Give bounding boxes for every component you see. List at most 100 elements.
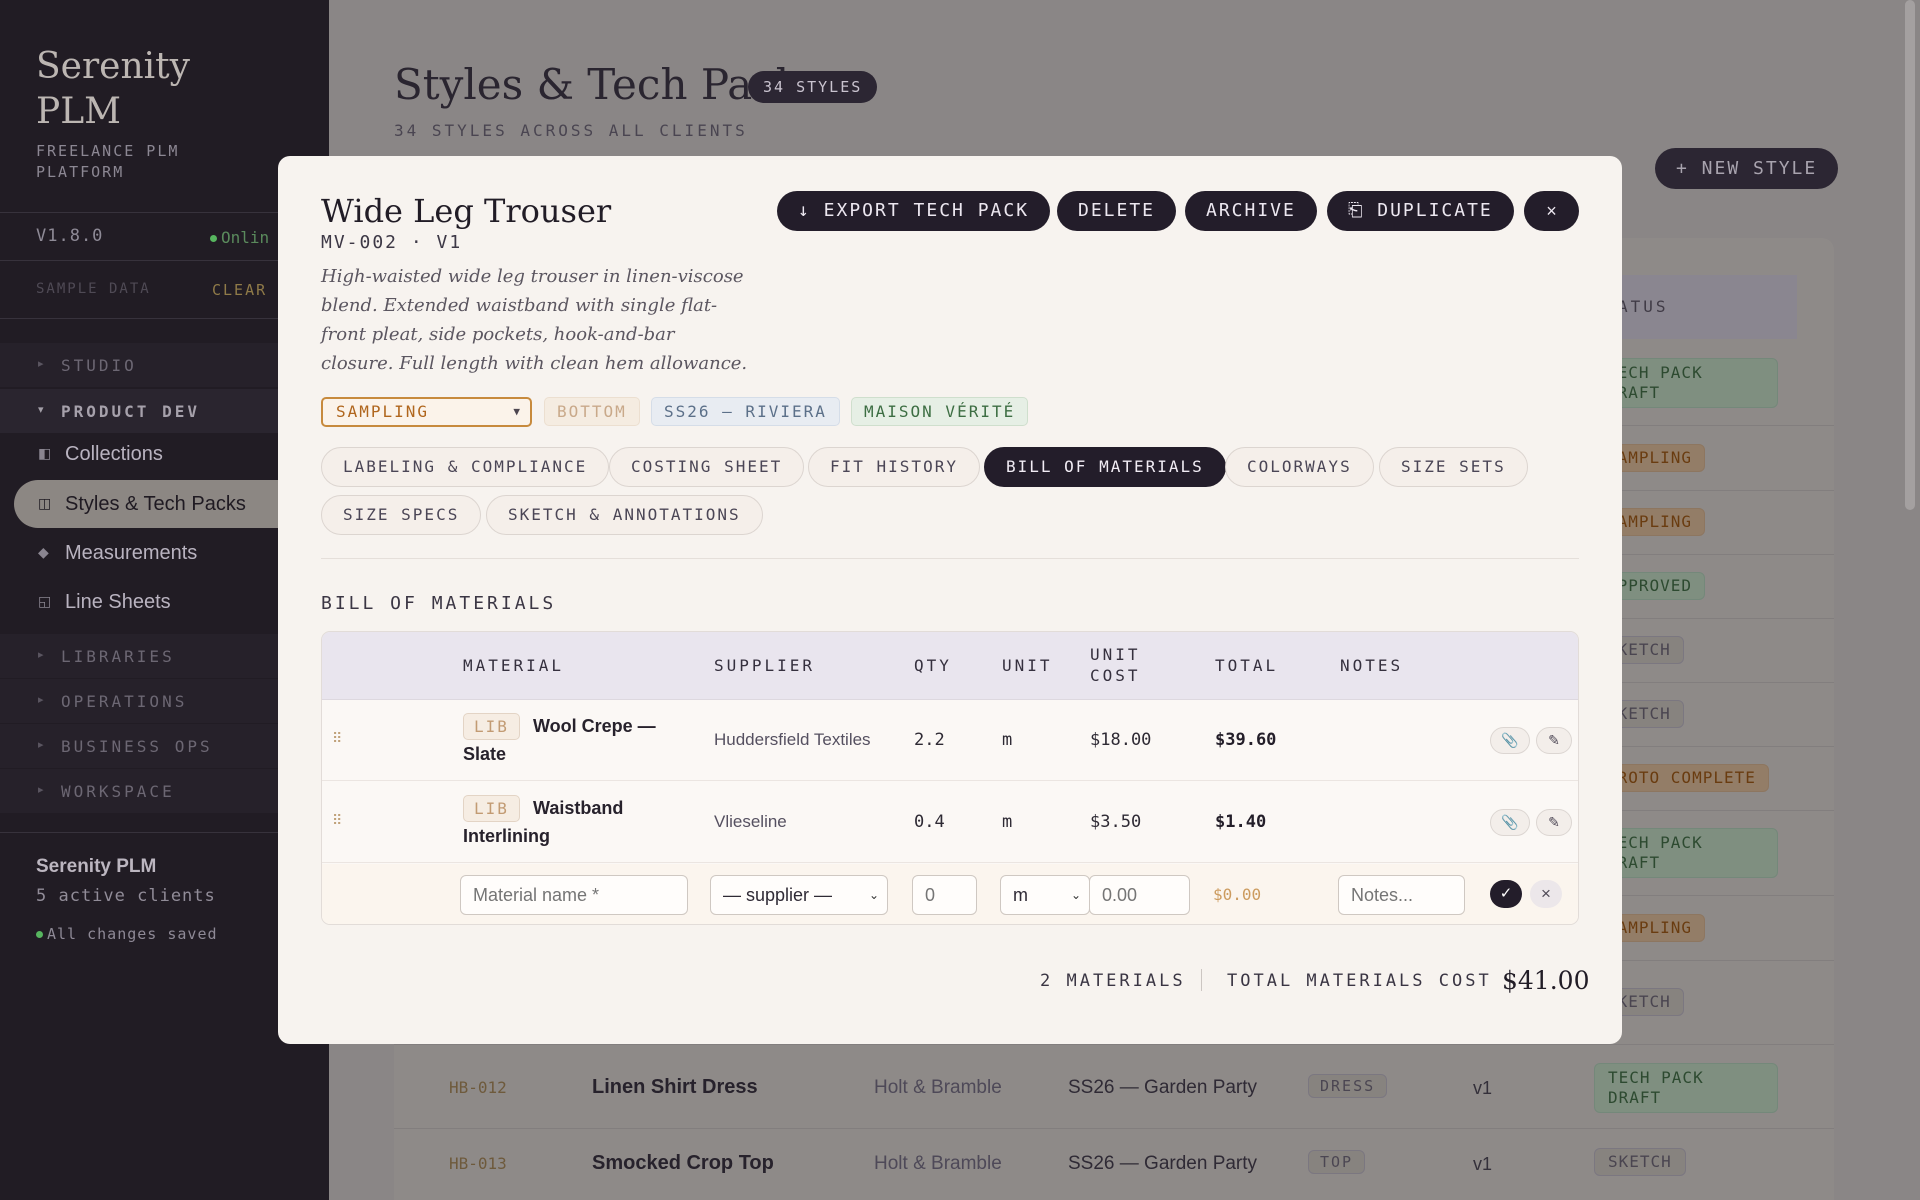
table-row[interactable]: HB-012 Linen Shirt Dress Holt & Bramble …	[394, 1050, 1834, 1124]
bom-row[interactable]: ⠿ LIB Wool Crepe — Slate Huddersfield Te…	[322, 700, 1578, 781]
duplicate-button[interactable]: ⎗ DUPLICATE	[1327, 191, 1514, 231]
cancel-x-icon[interactable]: ×	[1530, 880, 1562, 908]
saved-dot-icon	[36, 931, 43, 938]
page-subtitle: 34 STYLES ACROSS ALL CLIENTS	[394, 121, 748, 140]
divider	[1201, 969, 1202, 991]
client-tag: MAISON VÉRITÉ	[851, 397, 1029, 426]
divider	[321, 558, 1579, 559]
drag-handle-icon[interactable]: ⠿	[332, 812, 342, 829]
status-badge: TECH PACK DRAFT	[1594, 1063, 1778, 1113]
unit-cost-input[interactable]	[1089, 875, 1190, 915]
materials-count: 2 MATERIALS	[1040, 971, 1186, 991]
footer-save-status: All changes saved	[36, 925, 218, 943]
column-header-unit-cost-line2: COST	[1090, 666, 1141, 685]
edit-icon[interactable]: ✎	[1536, 727, 1572, 754]
column-header-qty: QTY	[914, 656, 952, 675]
tab-sketch-annotations[interactable]: SKETCH & ANNOTATIONS	[486, 495, 763, 535]
chevron-right-icon: ▸	[38, 739, 44, 751]
clear-sample-button[interactable]: CLEAR	[212, 281, 267, 299]
close-icon[interactable]: ×	[1524, 191, 1579, 231]
total-value: $1.40	[1215, 812, 1267, 832]
measurements-icon: ◆	[38, 544, 49, 560]
version-label: V1.8.0	[36, 226, 104, 246]
chevron-down-icon: ⌄	[1070, 888, 1081, 902]
qty-value: 0.4	[914, 812, 945, 832]
style-name: Linen Shirt Dress	[592, 1076, 758, 1098]
collections-icon: ◧	[38, 445, 52, 461]
column-header-supplier: SUPPLIER	[714, 656, 816, 675]
new-style-button[interactable]: + NEW STYLE	[1655, 148, 1839, 189]
footer-client-count: 5 active clients	[36, 886, 216, 906]
sidebar-item-label: Styles & Tech Packs	[65, 493, 246, 515]
online-status: Onlin	[210, 228, 269, 247]
sidebar-item-label: Collections	[65, 443, 163, 465]
client-name: Holt & Bramble	[874, 1153, 1002, 1174]
nav-section-label: BUSINESS OPS	[61, 737, 213, 756]
nav-section-label: WORKSPACE	[61, 782, 175, 801]
qty-input[interactable]	[912, 875, 977, 915]
chevron-right-icon: ▸	[38, 784, 44, 796]
drag-handle-icon[interactable]: ⠿	[332, 730, 342, 747]
confirm-check-icon[interactable]: ✓	[1490, 880, 1522, 908]
column-header-material: MATERIAL	[463, 656, 565, 675]
delete-button[interactable]: DELETE	[1057, 191, 1177, 231]
bom-table-header: MATERIAL SUPPLIER QTY UNIT UNIT COST TOT…	[322, 632, 1578, 700]
column-header-unit-cost: UNIT COST	[1090, 644, 1141, 686]
table-row[interactable]: HB-013 Smocked Crop Top Holt & Bramble S…	[394, 1130, 1834, 1200]
unit-select[interactable]: m ⌄	[1000, 875, 1090, 915]
supplier-name: Vlieseline	[714, 812, 787, 831]
column-header-notes: NOTES	[1340, 656, 1404, 675]
style-code: HB-012	[449, 1078, 507, 1097]
tab-bill-of-materials[interactable]: BILL OF MATERIALS	[984, 447, 1226, 487]
modal-title: Wide Leg Trouser	[321, 192, 612, 230]
bom-section-heading: BILL OF MATERIALS	[321, 593, 557, 614]
tab-size-sets[interactable]: SIZE SETS	[1379, 447, 1528, 487]
total-materials-cost-value: $41.00	[1502, 966, 1590, 995]
tab-costing-sheet[interactable]: COSTING SHEET	[609, 447, 805, 487]
archive-button[interactable]: ARCHIVE	[1185, 191, 1317, 231]
unit-value: m	[1002, 730, 1013, 750]
nav-section-label: PRODUCT DEV	[61, 402, 200, 421]
attachment-icon[interactable]: 📎	[1490, 727, 1530, 754]
category-badge: DRESS	[1308, 1074, 1388, 1098]
tab-labeling-compliance[interactable]: LABELING & COMPLIANCE	[321, 447, 610, 487]
column-header-unit-cost-line1: UNIT	[1090, 645, 1141, 664]
edit-icon[interactable]: ✎	[1536, 809, 1572, 836]
bom-row[interactable]: ⠿ LIB Waistband Interlining Vlieseline 0…	[322, 782, 1578, 863]
collection-name: SS26 — Garden Party	[1068, 1153, 1258, 1174]
category-tag: BOTTOM	[544, 397, 640, 426]
tab-colorways[interactable]: COLORWAYS	[1225, 447, 1374, 487]
notes-input[interactable]	[1338, 875, 1465, 915]
column-header-total: TOTAL	[1215, 656, 1279, 675]
collection-name: SS26 — Garden Party	[1068, 1077, 1258, 1098]
qty-value: 2.2	[914, 730, 945, 750]
new-row-total: $0.00	[1213, 885, 1262, 904]
style-code: MV-002 · V1	[321, 232, 463, 253]
style-count-badge: 34 STYLES	[748, 71, 878, 103]
style-detail-modal: Wide Leg Trouser MV-002 · V1 High-waiste…	[278, 156, 1622, 1044]
export-tech-pack-button[interactable]: ↓ EXPORT TECH PACK	[777, 191, 1051, 231]
styles-icon: ◫	[38, 495, 52, 511]
supplier-name: Huddersfield Textiles	[714, 730, 871, 749]
total-value: $39.60	[1215, 730, 1277, 750]
scrollbar-thumb[interactable]	[1905, 0, 1915, 510]
tab-fit-history[interactable]: FIT HISTORY	[808, 447, 980, 487]
sidebar-item-label: Line Sheets	[65, 591, 171, 613]
chevron-down-icon: ⌄	[868, 888, 879, 902]
supplier-select[interactable]: — supplier — ⌄	[710, 875, 888, 915]
unit-value: m	[1002, 812, 1013, 832]
tab-size-specs[interactable]: SIZE SPECS	[321, 495, 482, 535]
chevron-right-icon: ▸	[38, 694, 44, 706]
style-code: HB-013	[449, 1154, 507, 1173]
status-select[interactable]: SAMPLING ▼	[321, 397, 532, 427]
nav-section-label: LIBRARIES	[61, 647, 175, 666]
status-column-header[interactable]: ATUS	[1618, 297, 1669, 316]
brand-logo[interactable]: Serenity PLM	[36, 44, 190, 134]
supplier-select-value: — supplier —	[723, 885, 833, 905]
status-select-value: SAMPLING	[336, 402, 430, 421]
material-name-input[interactable]	[460, 875, 688, 915]
attachment-icon[interactable]: 📎	[1490, 809, 1530, 836]
nav-section-label: STUDIO	[61, 356, 137, 375]
material-name: Wool Crepe — Slate	[463, 716, 656, 764]
total-materials-cost-label: TOTAL MATERIALS COST	[1227, 971, 1492, 991]
